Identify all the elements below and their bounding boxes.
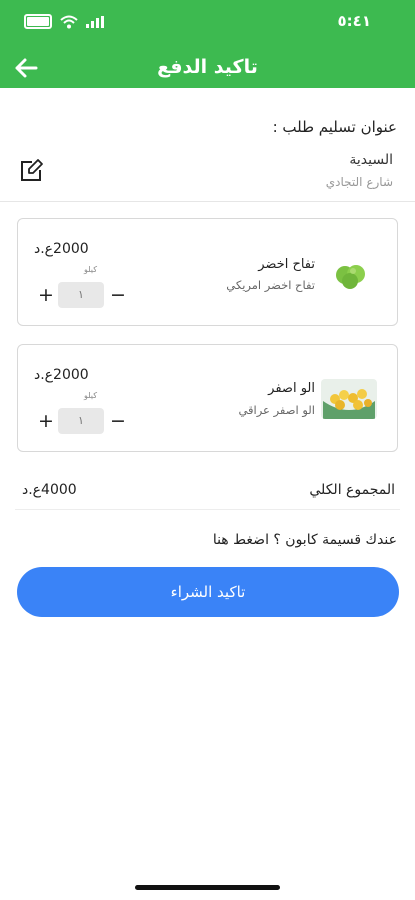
delivery-address-label: عنوان تسليم طلب : [272,118,397,136]
app-header: ٥:٤١ تاكيد الدفع [0,0,415,88]
wifi-icon [60,15,78,28]
total-value: 4000ع.د [22,482,77,498]
status-time: ٥:٤١ [337,12,371,30]
product-price: 2000ع.د [34,241,89,257]
address-street: شارع التجادي [325,175,393,189]
quantity-stepper: + ١ − [38,408,126,434]
product-name: الو اصفر [268,381,315,396]
plus-button[interactable]: + [38,412,54,431]
address-name: السيدية [349,152,393,168]
status-icons [24,14,104,29]
quantity-field[interactable]: ١ [58,408,104,434]
status-bar: ٥:٤١ [0,0,415,44]
divider [0,201,415,202]
confirm-purchase-button[interactable]: تاكيد الشراء [17,567,399,617]
yellow-plum-image [321,379,377,419]
product-name: تفاح اخضر [258,257,315,272]
battery-icon [24,14,52,29]
green-apple-image [325,255,377,291]
product-description: تفاح اخضر امريكي [226,278,315,292]
cart-item-card: الو اصفر الو اصفر عراقي 2000ع.د كيلو + ١… [17,344,398,452]
page-title: تاكيد الدفع [157,56,258,78]
product-unit: كيلو [84,265,98,274]
quantity-field[interactable]: ١ [58,282,104,308]
home-indicator [135,885,280,890]
product-price: 2000ع.د [34,367,89,383]
cart-item-card: تفاح اخضر تفاح اخضر امريكي 2000ع.د كيلو … [17,218,398,326]
quantity-stepper: + ١ − [38,282,126,308]
coupon-link[interactable]: عندك قسيمة كابون ؟ اضغط هنا [213,532,397,548]
product-description: الو اصفر عراقي [238,403,315,417]
product-unit: كيلو [84,391,98,400]
total-label: المجموع الكلي [309,482,395,498]
minus-button[interactable]: − [110,412,126,431]
signal-icon [86,15,104,28]
edit-icon[interactable] [18,158,44,184]
minus-button[interactable]: − [110,286,126,305]
nav-bar: تاكيد الدفع [0,48,415,88]
plus-button[interactable]: + [38,286,54,305]
divider [15,509,400,510]
